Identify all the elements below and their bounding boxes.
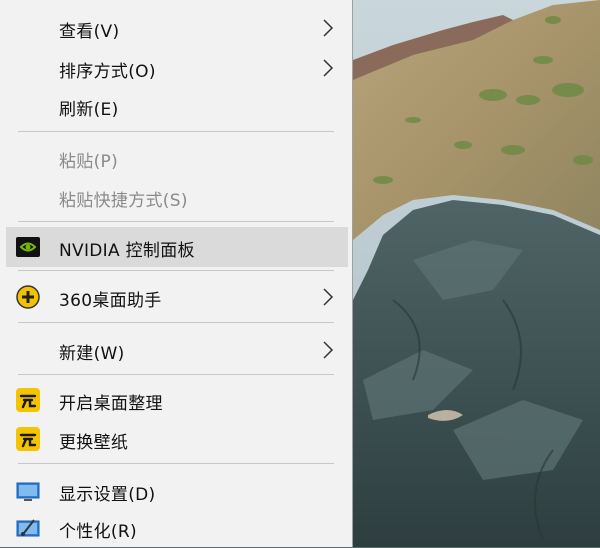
menu-item-new[interactable]: 新建(W)	[0, 330, 352, 370]
menu-item-personalize-label: 个性化(R)	[59, 522, 137, 542]
menu-item-sort-by[interactable]: 排序方式(O)	[0, 48, 352, 88]
menu-item-personalize[interactable]: 个性化(R)	[0, 508, 352, 548]
menu-item-nvidia-label: NVIDIA 控制面板	[59, 241, 195, 261]
menu-item-view[interactable]: 查看(V)	[0, 8, 352, 48]
menu-item-desk-organize-label: 开启桌面整理	[59, 394, 163, 414]
menu-item-desk-organize[interactable]: 开启桌面整理	[0, 380, 352, 420]
menu-item-paste-shortcut-label: 粘贴快捷方式(S)	[59, 191, 188, 211]
menu-item-change-wallpaper-label: 更换壁纸	[59, 433, 129, 453]
menu-item-paste-shortcut: 粘贴快捷方式(S)	[0, 177, 352, 217]
360-desk-helper-icon	[16, 285, 40, 309]
desk-organize-icon	[16, 388, 40, 412]
menu-item-360-desk-helper[interactable]: 360桌面助手	[0, 277, 352, 317]
menu-item-paste: 粘贴(P)	[0, 138, 352, 178]
menu-separator	[18, 131, 334, 132]
chevron-right-icon	[323, 341, 334, 359]
chevron-right-icon	[323, 288, 334, 306]
desktop-wallpaper	[353, 0, 600, 547]
menu-item-paste-label: 粘贴(P)	[59, 152, 119, 172]
menu-item-display-settings[interactable]: 显示设置(D)	[0, 471, 352, 511]
chevron-right-icon	[323, 59, 334, 77]
menu-separator	[18, 221, 334, 222]
chevron-right-icon	[323, 19, 334, 37]
menu-item-refresh-label: 刷新(E)	[59, 100, 119, 120]
menu-separator	[18, 463, 334, 464]
menu-item-view-label: 查看(V)	[59, 22, 120, 42]
desktop-context-menu: 查看(V) 排序方式(O) 刷新(E) 粘贴(P) 粘贴快捷方式(S) NVID…	[0, 0, 353, 547]
menu-item-refresh[interactable]: 刷新(E)	[0, 86, 352, 126]
menu-item-360-desk-helper-label: 360桌面助手	[59, 291, 162, 311]
menu-item-nvidia-control-panel[interactable]: NVIDIA 控制面板	[6, 227, 348, 267]
menu-separator	[18, 374, 334, 375]
display-monitor-icon	[16, 482, 40, 501]
personalize-icon	[16, 519, 40, 537]
menu-separator	[18, 270, 334, 271]
nvidia-icon	[16, 237, 40, 257]
menu-item-sort-by-label: 排序方式(O)	[59, 62, 156, 82]
menu-item-new-label: 新建(W)	[59, 344, 125, 364]
menu-separator	[18, 322, 334, 323]
menu-item-change-wallpaper[interactable]: 更换壁纸	[0, 419, 352, 459]
menu-item-display-settings-label: 显示设置(D)	[59, 485, 156, 505]
change-wallpaper-icon	[16, 427, 40, 451]
